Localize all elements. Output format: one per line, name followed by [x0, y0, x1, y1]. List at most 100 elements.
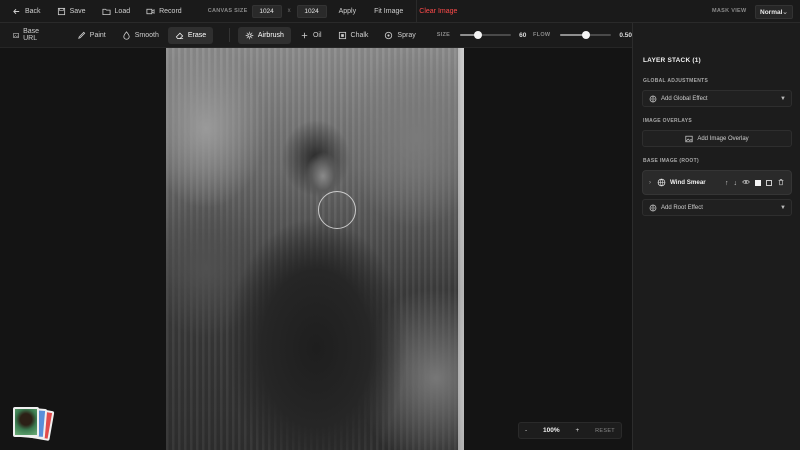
move-up-icon[interactable]: ↑ [725, 180, 729, 187]
save-label: Save [69, 7, 86, 15]
size-label: SIZE [436, 32, 451, 38]
thumbnail[interactable] [13, 407, 39, 437]
save-icon [57, 7, 65, 15]
add-global-effect-select[interactable]: Add Global Effect ▼ [642, 90, 792, 107]
mask-view-value: Normal [760, 8, 783, 16]
mask-view-select[interactable]: Normal ⌄ [755, 5, 793, 19]
video-icon [146, 8, 155, 14]
apply-label: Apply [338, 7, 357, 15]
layer-row[interactable]: › Wind Smear ↑ ↓ [642, 170, 792, 195]
chevron-down-icon: ▼ [780, 95, 786, 102]
erase-label: Erase [187, 31, 207, 39]
mask-on-icon[interactable] [755, 180, 761, 186]
load-label: Load [114, 7, 131, 15]
oil-label: Oil [312, 31, 322, 39]
add-root-effect-label: Add Root Effect [661, 204, 703, 211]
chevron-down-icon: ▼ [780, 204, 786, 211]
zoom-out-button[interactable]: - [525, 427, 527, 434]
back-label: Back [25, 7, 41, 15]
target-icon [385, 31, 393, 39]
fit-image-label: Fit Image [374, 7, 404, 15]
arrow-left-icon [13, 8, 20, 14]
fit-image-button[interactable]: Fit Image [364, 0, 411, 23]
globe-icon [649, 95, 657, 102]
smooth-label: Smooth [134, 31, 159, 39]
airbrush-tool[interactable]: Airbrush [237, 26, 291, 44]
add-image-overlay-button[interactable]: Add Image Overlay [642, 130, 792, 147]
brush-cursor [318, 191, 356, 229]
layer-stack-title: LAYER STACK (1) [643, 57, 701, 64]
globe-icon [657, 178, 666, 187]
layer-panel: LAYER STACK (1) GLOBAL ADJUSTMENTS Add G… [632, 48, 800, 450]
add-image-overlay-label: Add Image Overlay [697, 135, 749, 142]
divider [416, 0, 417, 23]
chevron-down-icon: ⌄ [782, 9, 788, 16]
image-icon [13, 32, 19, 38]
size-slider[interactable] [460, 28, 512, 42]
paint-label: Paint [89, 31, 106, 39]
paint-tool[interactable]: Paint [70, 27, 113, 44]
brush-icon [77, 31, 86, 39]
layer-actions: ↑ ↓ [725, 178, 785, 188]
canvas-image[interactable] [166, 48, 464, 450]
canvas-height-input[interactable] [296, 4, 327, 18]
plus-icon [301, 32, 308, 38]
zoom-in-button[interactable]: + [575, 427, 579, 434]
flow-slider[interactable] [560, 28, 612, 42]
clear-image-button[interactable]: Clear Image [411, 0, 465, 23]
image-thumbnail-stack[interactable] [12, 406, 58, 442]
canvas-width-input[interactable] [251, 4, 282, 18]
zoom-level: 100% [543, 427, 560, 434]
chevron-right-icon[interactable]: › [649, 180, 651, 186]
base-image-heading: BASE IMAGE (ROOT) [643, 158, 699, 164]
erase-tool[interactable]: Erase [167, 26, 214, 44]
slider-thumb[interactable] [581, 31, 590, 39]
layer-name: Wind Smear [670, 179, 706, 186]
top-toolbar: Back Save Load Record CANVAS SIZE x Appl… [0, 0, 800, 23]
add-root-effect-select[interactable]: Add Root Effect ▼ [642, 199, 792, 216]
divider [229, 28, 230, 42]
save-button[interactable]: Save [49, 0, 94, 23]
canvas-area[interactable]: - 100% + RESET [0, 48, 632, 450]
times-label: x [287, 8, 291, 14]
chalk-tool[interactable]: Chalk [331, 27, 376, 44]
mask-off-icon[interactable] [766, 180, 772, 186]
image-overlays-heading: IMAGE OVERLAYS [643, 118, 693, 124]
clear-image-label: Clear Image [419, 7, 458, 15]
airbrush-label: Airbrush [257, 31, 284, 39]
back-button[interactable]: Back [0, 0, 49, 23]
apply-button[interactable]: Apply [327, 0, 365, 23]
base-url-button[interactable]: Base URL [6, 27, 52, 44]
move-down-icon[interactable]: ↓ [734, 180, 738, 187]
brush-toolbar: Base URL Paint Smooth Erase Airbrush Oil… [0, 23, 632, 48]
canvas-size-label: CANVAS SIZE [207, 8, 248, 14]
load-button[interactable]: Load [94, 0, 139, 23]
zoom-controls: - 100% + RESET [518, 422, 622, 439]
droplet-icon [123, 30, 130, 40]
global-adjustments-heading: GLOBAL ADJUSTMENTS [643, 78, 709, 84]
spray-label: Spray [397, 31, 416, 39]
trash-icon[interactable] [777, 178, 785, 188]
globe-icon [649, 204, 657, 211]
image-icon [685, 135, 693, 142]
add-global-effect-label: Add Global Effect [661, 95, 708, 102]
mask-view-label: MASK VIEW [712, 8, 747, 14]
sparkle-icon [245, 31, 254, 39]
size-value: 60 [519, 31, 527, 39]
flow-value: 0.50 [619, 31, 633, 39]
reset-zoom-button[interactable]: RESET [595, 428, 615, 434]
record-label: Record [159, 7, 182, 15]
base-url-label: Base URL [23, 28, 40, 42]
spray-tool[interactable]: Spray [377, 27, 422, 44]
square-icon [338, 31, 346, 39]
smooth-tool[interactable]: Smooth [115, 27, 166, 44]
folder-icon [102, 8, 111, 15]
eraser-icon [175, 32, 184, 39]
chalk-label: Chalk [350, 31, 369, 39]
eye-icon[interactable] [742, 178, 750, 188]
oil-tool[interactable]: Oil [293, 27, 329, 44]
image-edge [458, 48, 464, 450]
panel-header-bg [632, 23, 800, 48]
record-button[interactable]: Record [138, 0, 190, 23]
slider-thumb[interactable] [474, 31, 482, 39]
